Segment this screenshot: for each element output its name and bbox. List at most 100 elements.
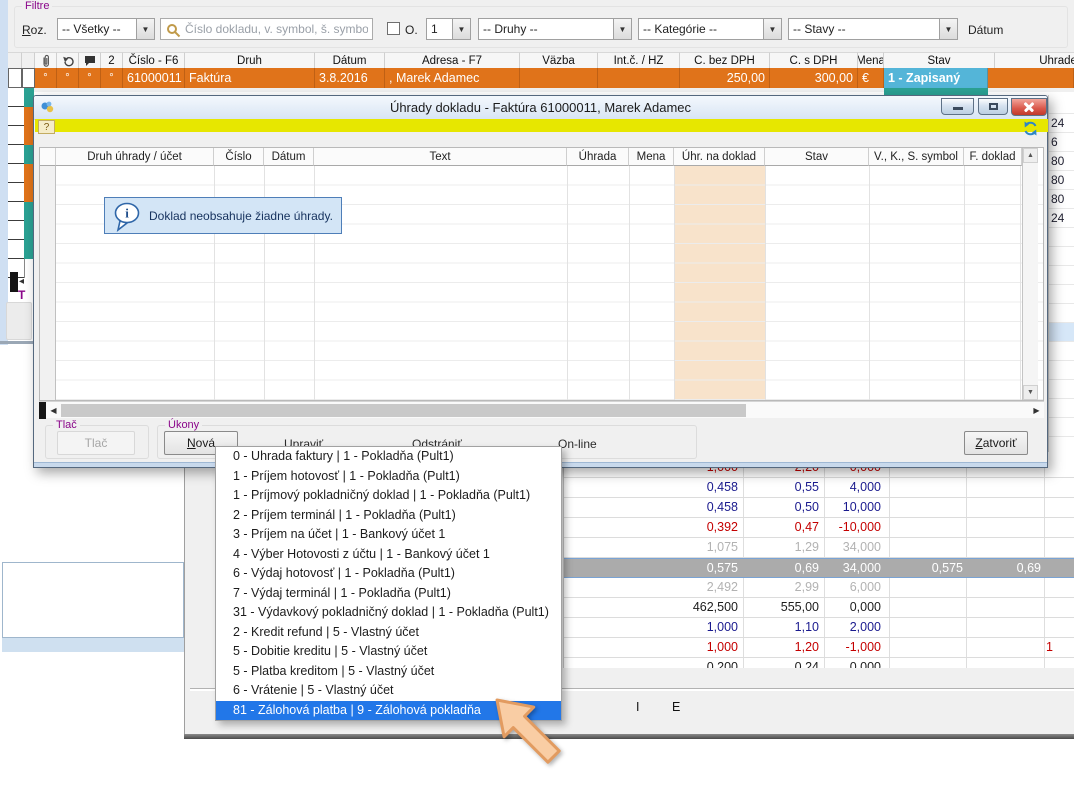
table-row[interactable]: 1,075 1,29 34,000 bbox=[564, 538, 1074, 558]
row-uhradene[interactable] bbox=[988, 68, 1074, 88]
chevron-down-icon[interactable]: ▼ bbox=[136, 19, 154, 39]
undo-icon[interactable] bbox=[57, 52, 79, 69]
menu-item[interactable]: 3 - Príjem na účet | 1 - Bankový účet 1 bbox=[216, 525, 561, 545]
chevron-down-icon[interactable]: ▼ bbox=[763, 19, 781, 39]
menu-item[interactable]: 2 - Kredit refund | 5 - Vlastný účet bbox=[216, 623, 561, 643]
row-selector-cell[interactable] bbox=[8, 68, 22, 88]
minimize-button[interactable] bbox=[941, 98, 974, 115]
menu-item[interactable]: 4 - Výber Hotovosti z účtu | 1 - Bankový… bbox=[216, 545, 561, 565]
online-button[interactable]: On-line bbox=[558, 437, 597, 451]
table-row[interactable]: 2,492 2,99 6,000 bbox=[564, 578, 1074, 598]
grid-header-intc[interactable]: Int.č. / HZ bbox=[598, 52, 680, 69]
table-row[interactable]: 0,200 0,24 0,000 bbox=[564, 658, 1074, 668]
row-flag-undo[interactable]: ° bbox=[57, 68, 79, 88]
scroll-up-icon[interactable]: ▲ bbox=[1023, 148, 1038, 163]
filter-stavy-dropdown[interactable]: -- Stavy -- ▼ bbox=[788, 18, 958, 40]
grid-header-count[interactable]: 2 bbox=[101, 52, 123, 69]
vertical-scrollbar[interactable]: ▲ ▼ bbox=[1022, 148, 1038, 400]
row-mena[interactable]: € bbox=[858, 68, 884, 88]
menu-item[interactable]: 31 - Výdavkový pokladničný doklad | 1 - … bbox=[216, 603, 561, 623]
filter-number-dropdown[interactable]: 1 ▼ bbox=[426, 18, 471, 40]
splitter-handle[interactable] bbox=[39, 402, 46, 419]
row-vazba[interactable] bbox=[520, 68, 598, 88]
payments-header-stav[interactable]: Stav bbox=[765, 148, 869, 166]
grid-header-cislo[interactable]: Číslo - F6 bbox=[123, 52, 185, 69]
row-flag-count[interactable]: ° bbox=[101, 68, 123, 88]
close-button[interactable] bbox=[1011, 98, 1047, 116]
scroll-left-icon[interactable]: ◂ bbox=[19, 276, 24, 287]
maximize-button[interactable] bbox=[978, 98, 1008, 115]
grid-header-vazba[interactable]: Väzba bbox=[520, 52, 598, 69]
dialog-titlebar[interactable]: Úhrady dokladu - Faktúra 61000011, Marek… bbox=[34, 96, 1047, 120]
payments-header-uhr-na-doklad[interactable]: Úhr. na doklad bbox=[674, 148, 765, 166]
payments-header-druh[interactable]: Druh úhrady / účet bbox=[56, 148, 214, 166]
row-intc[interactable] bbox=[598, 68, 680, 88]
clipped-grid-cell bbox=[1049, 418, 1074, 437]
grid-header-stav[interactable]: Stav bbox=[884, 52, 995, 69]
menu-item[interactable]: 7 - Výdaj terminál | 1 - Pokladňa (Pult1… bbox=[216, 584, 561, 604]
scroll-right-icon[interactable]: ▶ bbox=[1029, 403, 1044, 418]
grid-header-druh[interactable]: Druh bbox=[185, 52, 315, 69]
search-input[interactable] bbox=[161, 19, 372, 39]
table-row[interactable]: 1,000 1,20 -1,000 1 bbox=[564, 638, 1074, 658]
menu-item[interactable]: 5 - Dobitie kreditu | 5 - Vlastný účet bbox=[216, 642, 561, 662]
table-row[interactable]: 0,458 0,55 4,000 bbox=[564, 478, 1074, 498]
clipped-grid-cell bbox=[1049, 380, 1074, 399]
payments-header-uhrada[interactable]: Úhrada bbox=[567, 148, 629, 166]
row-s-dph[interactable]: 300,00 bbox=[770, 68, 858, 88]
payments-header-f-doklad[interactable]: F. doklad bbox=[964, 148, 1022, 166]
filter-druhy-dropdown[interactable]: -- Druhy -- ▼ bbox=[478, 18, 632, 40]
payments-header-datum[interactable]: Dátum bbox=[264, 148, 314, 166]
scroll-left-icon[interactable]: ◀ bbox=[46, 403, 61, 418]
scroll-down-icon[interactable]: ▼ bbox=[1023, 385, 1038, 400]
filter-kategorie-dropdown[interactable]: -- Kategórie -- ▼ bbox=[638, 18, 782, 40]
chevron-down-icon[interactable]: ▼ bbox=[613, 19, 631, 39]
search-box[interactable] bbox=[160, 18, 373, 40]
menu-item[interactable]: 5 - Platba kreditom | 5 - Vlastný účet bbox=[216, 662, 561, 682]
clipped-grid-cell bbox=[1049, 95, 1074, 114]
table-row[interactable]: 0,575 0,69 34,000 0,575 0,69 bbox=[564, 558, 1074, 578]
help-button[interactable]: ? bbox=[38, 120, 55, 134]
left-scroll-handle[interactable] bbox=[10, 272, 18, 292]
row-druh[interactable]: Faktúra bbox=[185, 68, 315, 88]
refresh-icon[interactable] bbox=[1022, 120, 1039, 137]
o-checkbox[interactable] bbox=[387, 22, 400, 35]
table-row[interactable]: 0,392 0,47 -10,000 bbox=[564, 518, 1074, 538]
payments-header-mena[interactable]: Mena bbox=[629, 148, 674, 166]
menu-item[interactable]: 2 - Príjem terminál | 1 - Pokladňa (Pult… bbox=[216, 506, 561, 526]
grid-header-bez-dph[interactable]: C. bez DPH bbox=[680, 52, 770, 69]
menu-item[interactable]: 1 - Príjem hotovosť | 1 - Pokladňa (Pult… bbox=[216, 467, 561, 487]
paperclip-icon[interactable] bbox=[35, 52, 57, 69]
row-selector-cell[interactable] bbox=[22, 68, 35, 88]
filter-all-dropdown[interactable]: -- Všetky -- ▼ bbox=[57, 18, 155, 40]
grid-header-adresa[interactable]: Adresa - F7 bbox=[385, 52, 520, 69]
table-row[interactable]: 1,000 1,10 2,000 bbox=[564, 618, 1074, 638]
chevron-down-icon[interactable]: ▼ bbox=[452, 19, 470, 39]
row-datum[interactable]: 3.8.2016 bbox=[315, 68, 385, 88]
payments-header-vks[interactable]: V., K., S. symbol bbox=[869, 148, 964, 166]
grid-header-uhradene[interactable]: Uhradené bbox=[995, 52, 1074, 69]
grid-header-mena[interactable]: Mena bbox=[858, 52, 884, 69]
row-bez-dph[interactable]: 250,00 bbox=[680, 68, 770, 88]
search-icon bbox=[166, 23, 181, 38]
grid-header-s-dph[interactable]: C. s DPH bbox=[770, 52, 858, 69]
close-dialog-button[interactable]: Zatvoriť bbox=[964, 431, 1028, 455]
row-flag-attachment[interactable]: ° bbox=[35, 68, 57, 88]
comment-balloon-icon[interactable] bbox=[79, 52, 101, 69]
horizontal-scrollbar[interactable]: ◀ ▶ bbox=[39, 401, 1044, 418]
print-button[interactable]: Tlač bbox=[57, 431, 135, 455]
payments-header-text[interactable]: Text bbox=[314, 148, 567, 166]
menu-item[interactable]: 1 - Príjmový pokladničný doklad | 1 - Po… bbox=[216, 486, 561, 506]
row-stav-badge[interactable]: 1 - Zapisaný bbox=[884, 68, 988, 88]
menu-item[interactable]: 6 - Výdaj hotovosť | 1 - Pokladňa (Pult1… bbox=[216, 564, 561, 584]
scrollbar-thumb[interactable] bbox=[61, 404, 746, 417]
menu-item[interactable]: 0 - Uhrada faktury | 1 - Pokladňa (Pult1… bbox=[216, 447, 561, 467]
chevron-down-icon[interactable]: ▼ bbox=[939, 19, 957, 39]
table-row[interactable]: 0,458 0,50 10,000 bbox=[564, 498, 1074, 518]
grid-header-datum[interactable]: Dátum bbox=[315, 52, 385, 69]
row-adresa[interactable]: , Marek Adamec bbox=[385, 68, 520, 88]
payments-header-cislo[interactable]: Číslo bbox=[214, 148, 264, 166]
row-flag-comment[interactable]: ° bbox=[79, 68, 101, 88]
table-row[interactable]: 462,500 555,00 0,000 bbox=[564, 598, 1074, 618]
row-cislo[interactable]: 61000011 bbox=[123, 68, 185, 88]
